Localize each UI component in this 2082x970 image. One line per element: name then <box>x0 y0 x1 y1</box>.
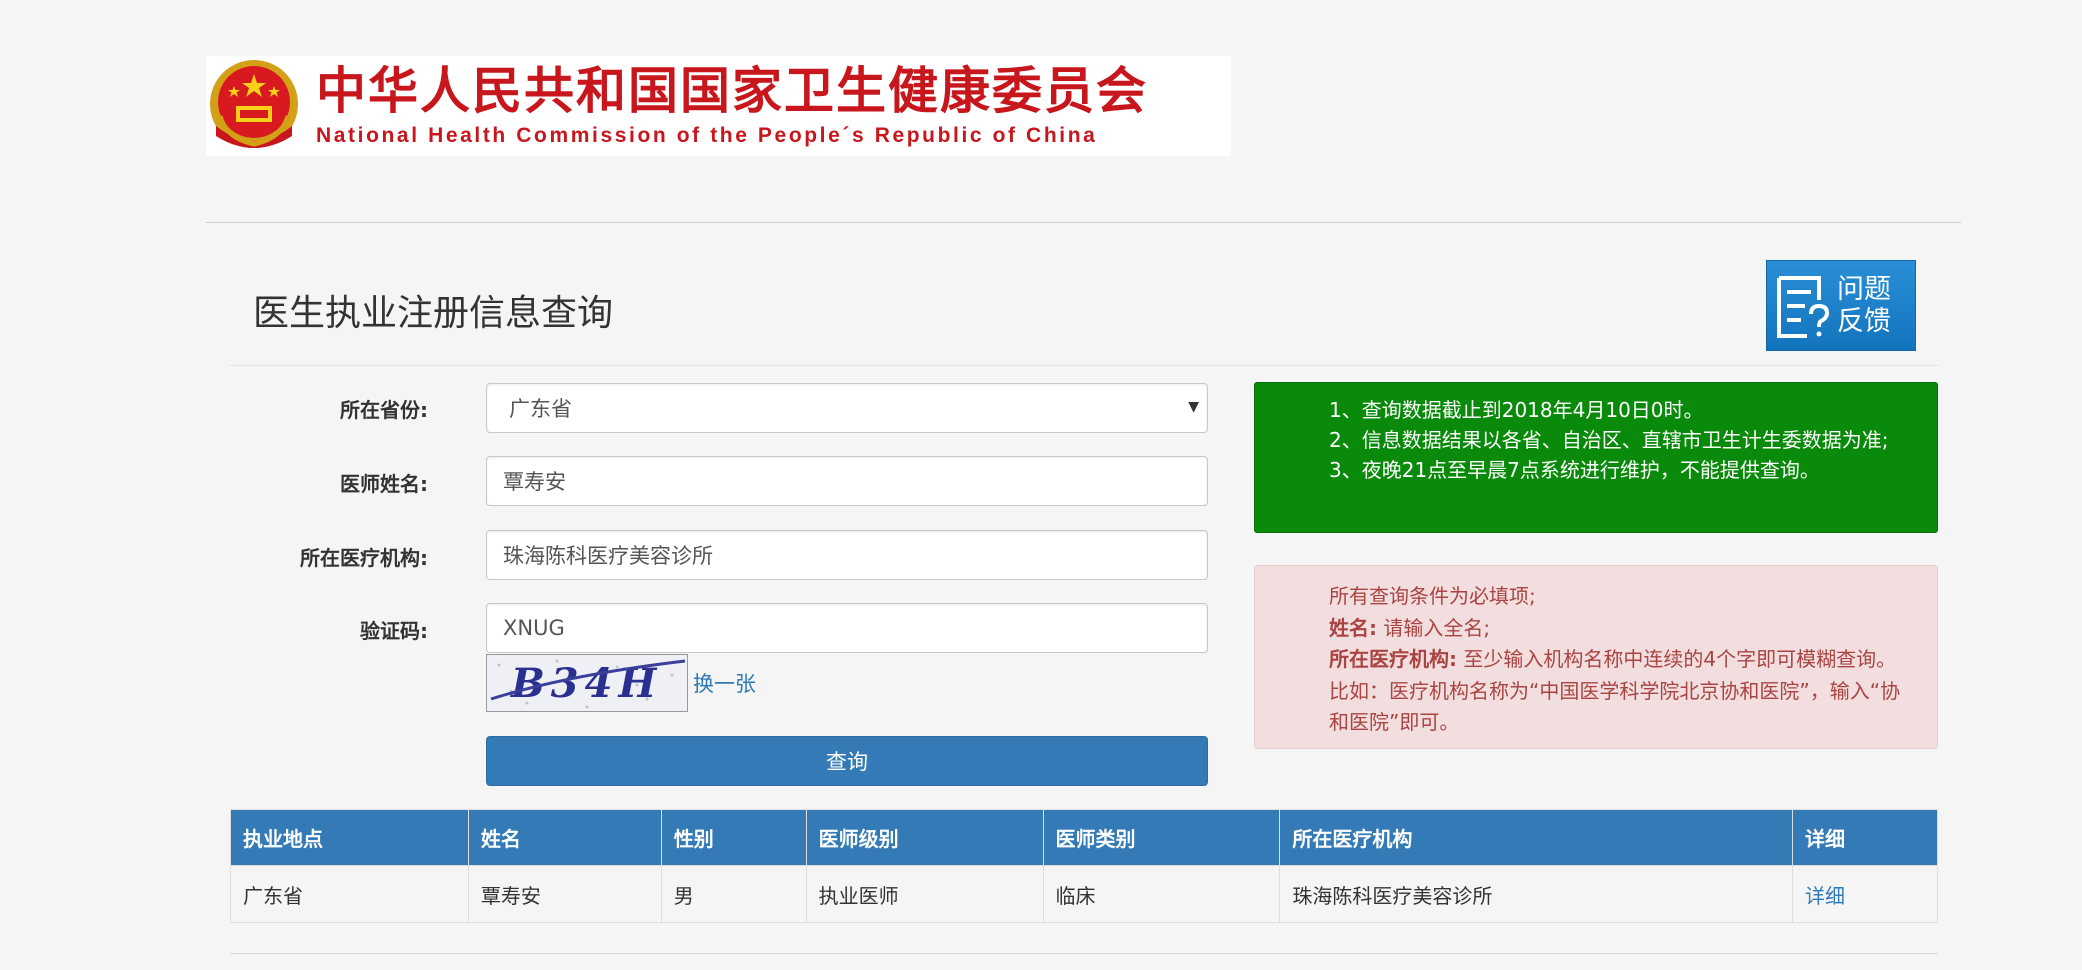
doctor-name-value: 覃寿安 <box>503 470 566 494</box>
cell-detail: 详细 <box>1792 865 1938 923</box>
caret-down-icon: ▼ <box>1188 399 1199 415</box>
document-question-icon <box>1767 260 1837 351</box>
province-select-value: 广东省 <box>509 397 572 421</box>
page-title: 医生执业注册信息查询 <box>253 293 614 334</box>
captcha-input[interactable]: XNUG <box>486 603 1208 653</box>
cell-level: 执业医师 <box>805 865 1044 923</box>
cell-gender: 男 <box>660 865 807 923</box>
feedback-label-line1: 问题 <box>1837 273 1891 305</box>
notice-org-line: 所在医疗机构: 至少输入机构名称中连续的4个字即可模糊查询。比如：医疗机构名称为… <box>1329 644 1909 739</box>
header-divider <box>206 222 1961 223</box>
institution-input[interactable]: 珠海陈科医疗美容诊所 <box>486 530 1208 580</box>
doctor-name-input[interactable]: 覃寿安 <box>486 456 1208 506</box>
query-button[interactable]: 查询 <box>486 736 1208 786</box>
footer-divider <box>230 953 1938 954</box>
captcha-input-value: XNUG <box>503 616 565 640</box>
detail-link[interactable]: 详细 <box>1805 884 1845 908</box>
col-header-name: 姓名 <box>467 809 662 866</box>
feedback-button[interactable]: 问题 反馈 <box>1766 260 1916 351</box>
national-emblem-icon <box>206 56 302 156</box>
col-header-gender: 性别 <box>660 809 807 866</box>
results-table: 执业地点 姓名 性别 医师级别 医师类别 所在医疗机构 详细 广东省 覃寿安 男… <box>230 809 1938 923</box>
notice-info-panel: 1、查询数据截止到2018年4月10日0时。 2、信息数据结果以各省、自治区、直… <box>1254 382 1938 533</box>
cell-location: 广东省 <box>230 865 469 923</box>
banner-title-cn: 中华人民共和国国家卫生健康委员会 <box>316 61 1148 120</box>
captcha-label: 验证码: <box>360 619 428 643</box>
captcha-image[interactable]: B34H <box>486 654 688 712</box>
notice-name-line: 姓名: 请输入全名; <box>1329 613 1909 645</box>
cell-institution: 珠海陈科医疗美容诊所 <box>1279 865 1794 923</box>
notice-org-key: 所在医疗机构: <box>1329 647 1457 671</box>
notice-info-line3: 3、夜晚21点至早晨7点系统进行维护，不能提供查询。 <box>1329 458 1820 482</box>
feedback-label-line2: 反馈 <box>1837 305 1891 337</box>
notice-requirements-panel: 所有查询条件为必填项; 姓名: 请输入全名; 所在医疗机构: 至少输入机构名称中… <box>1254 565 1938 749</box>
col-header-level: 医师级别 <box>805 809 1044 866</box>
col-header-detail: 详细 <box>1792 809 1938 866</box>
institution-label: 所在医疗机构: <box>300 546 428 570</box>
cell-name: 覃寿安 <box>467 865 662 923</box>
header-banner: 中华人民共和国国家卫生健康委员会 National Health Commiss… <box>206 56 1231 156</box>
notice-info-line1: 1、查询数据截止到2018年4月10日0时。 <box>1329 398 1704 422</box>
notice-name-key: 姓名: <box>1329 615 1377 640</box>
cell-category: 临床 <box>1042 865 1281 923</box>
institution-value: 珠海陈科医疗美容诊所 <box>503 544 713 568</box>
col-header-category: 医师类别 <box>1042 809 1281 866</box>
province-select[interactable]: 广东省 ▼ <box>486 383 1208 433</box>
banner-title-en: National Health Commission of the People… <box>316 124 1098 147</box>
col-header-institution: 所在医疗机构 <box>1279 809 1794 866</box>
table-header-row: 执业地点 姓名 性别 医师级别 医师类别 所在医疗机构 详细 <box>230 809 1938 866</box>
notice-info-line2: 2、信息数据结果以各省、自治区、直辖市卫生计生委数据为准; <box>1329 428 1889 452</box>
notice-name-text: 请输入全名; <box>1383 615 1491 640</box>
province-label: 所在省份: <box>340 398 428 422</box>
doctor-name-label: 医师姓名: <box>340 472 428 496</box>
col-header-location: 执业地点 <box>230 809 469 866</box>
captcha-refresh-link[interactable]: 换一张 <box>693 668 756 698</box>
table-row: 广东省 覃寿安 男 执业医师 临床 珠海陈科医疗美容诊所 详细 <box>230 865 1938 923</box>
notice-required-line: 所有查询条件为必填项; <box>1329 584 1536 608</box>
title-divider <box>230 365 1938 366</box>
